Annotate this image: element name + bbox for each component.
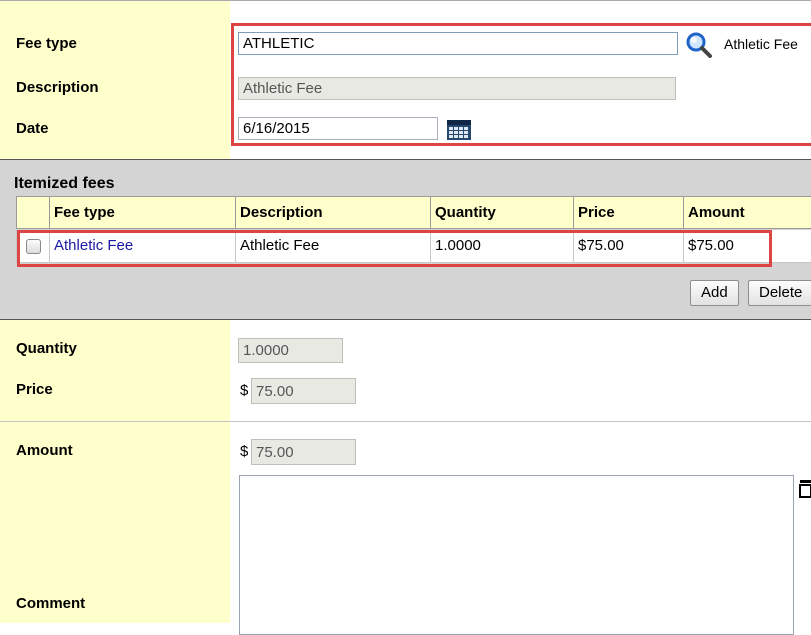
header-divider-top — [0, 0, 811, 1]
amount-label: Amount — [16, 442, 73, 459]
expand-icon[interactable] — [799, 478, 811, 498]
price-label: Price — [16, 381, 53, 398]
detail-label-column — [0, 320, 230, 623]
itemized-title: Itemized fees — [14, 175, 115, 192]
column-header-fee-type[interactable]: Fee type — [49, 197, 235, 229]
delete-button[interactable]: Delete — [748, 280, 811, 306]
row-highlight-box — [17, 230, 772, 267]
header-highlight-box — [231, 23, 811, 146]
amount-field[interactable] — [251, 439, 356, 465]
add-button[interactable]: Add — [690, 280, 739, 306]
price-field[interactable] — [251, 378, 356, 404]
comment-textarea[interactable] — [239, 475, 794, 635]
quantity-label: Quantity — [16, 340, 77, 357]
fee-type-label: Fee type — [16, 35, 77, 52]
price-currency: $ — [240, 382, 249, 399]
column-header-quantity[interactable]: Quantity — [430, 197, 573, 229]
column-header-price[interactable]: Price — [573, 197, 683, 229]
amount-currency: $ — [240, 443, 249, 460]
comment-label: Comment — [16, 595, 86, 612]
checkbox-column-header — [16, 197, 49, 229]
column-header-description[interactable]: Description — [235, 197, 430, 229]
date-label: Date — [16, 120, 49, 137]
quantity-field[interactable] — [238, 338, 343, 363]
detail-divider — [0, 421, 811, 422]
description-label: Description — [16, 79, 99, 96]
itemized-grid-header: Fee type Description Quantity Price Amou… — [16, 196, 811, 229]
column-header-amount[interactable]: Amount — [683, 197, 811, 229]
